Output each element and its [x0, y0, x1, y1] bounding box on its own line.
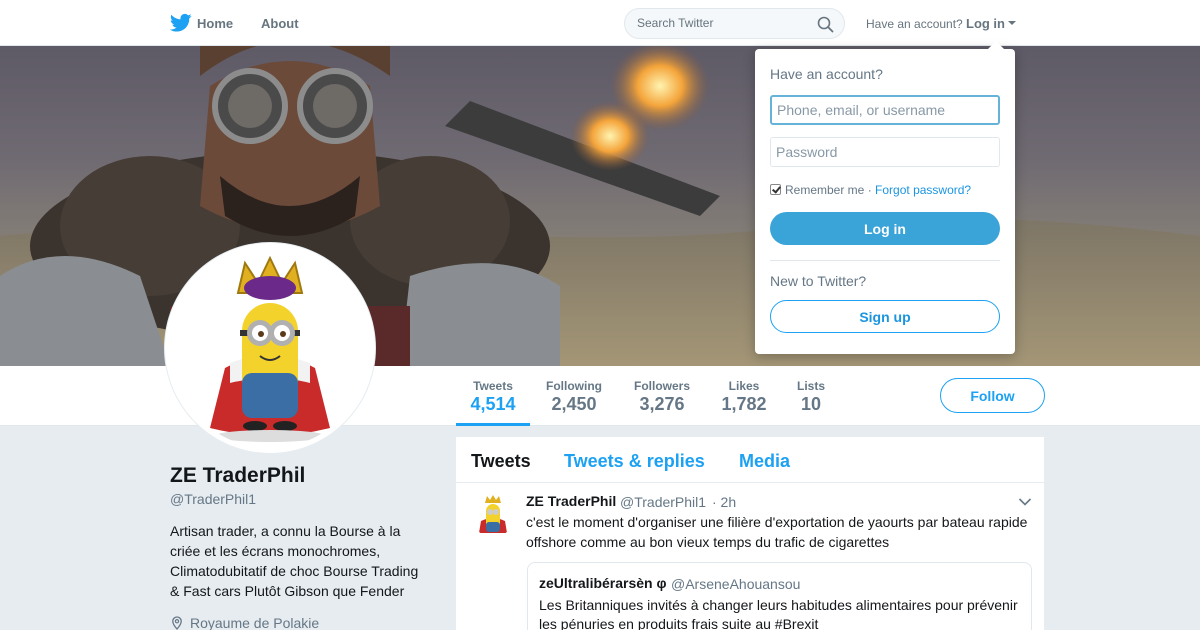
- tweet[interactable]: ZE TraderPhil @TraderPhil1 · 2h c'est le…: [456, 483, 1044, 630]
- stat-label: Tweets: [473, 379, 513, 393]
- timeline-tabs: Tweets Tweets & replies Media: [456, 437, 1044, 483]
- profile-avatar[interactable]: [165, 243, 375, 453]
- stat-label: Followers: [633, 379, 690, 393]
- checkbox-icon[interactable]: [770, 184, 781, 195]
- stat-value: 4,514: [470, 394, 516, 414]
- forgot-password-link[interactable]: Forgot password?: [875, 183, 971, 197]
- tweet-author-name[interactable]: ZE TraderPhil: [526, 493, 616, 509]
- profile-bio: Artisan trader, a connu la Bourse à la c…: [170, 523, 419, 599]
- stat-value: 3,276: [639, 394, 685, 414]
- separator-dot: ·: [867, 183, 872, 197]
- search-input[interactable]: [637, 16, 807, 30]
- remember-row: Remember me · Forgot password?: [770, 183, 971, 197]
- timeline: Tweets Tweets & replies Media ZE TraderP…: [456, 437, 1044, 630]
- tweet-author-handle[interactable]: @TraderPhil1: [620, 494, 706, 510]
- nav-home-link[interactable]: Home: [197, 16, 233, 31]
- caret-down-icon[interactable]: [1008, 21, 1016, 25]
- stat-label: Likes: [728, 379, 760, 393]
- location-pin-icon: [172, 616, 182, 630]
- stat-value: 2,450: [551, 394, 597, 414]
- login-button[interactable]: Log in: [770, 212, 1000, 245]
- location-text: Royaume de Polakie: [190, 615, 320, 630]
- profile-handle[interactable]: @TraderPhil1: [170, 491, 256, 507]
- quoted-author-handle: @ArseneAhouansou: [671, 576, 801, 592]
- chevron-down-icon[interactable]: [1018, 497, 1032, 507]
- login-link[interactable]: Log in: [966, 16, 1005, 31]
- tab-tweets-and-replies[interactable]: Tweets & replies: [564, 451, 705, 472]
- stat-label: Lists: [796, 379, 825, 393]
- stat-following[interactable]: Following 2,450: [540, 366, 608, 426]
- password-input[interactable]: [770, 137, 1000, 167]
- have-account-label: Have an account?: [866, 17, 963, 31]
- twitter-bird-icon[interactable]: [170, 13, 192, 33]
- dropdown-arrow: [988, 41, 1004, 49]
- signup-button[interactable]: Sign up: [770, 300, 1000, 333]
- stat-lists[interactable]: Lists 10: [790, 366, 832, 426]
- profile-location: Royaume de Polakie: [170, 615, 319, 630]
- profile-name[interactable]: ZE TraderPhil: [170, 464, 305, 488]
- dropdown-title: Have an account?: [770, 66, 883, 82]
- stat-label: Following: [546, 379, 602, 393]
- remember-label[interactable]: Remember me: [785, 183, 864, 197]
- divider: [770, 260, 1000, 261]
- minion-king-thumbnail: [479, 495, 507, 533]
- follow-button[interactable]: Follow: [940, 378, 1045, 413]
- quoted-tweet[interactable]: zeUltralibérarsèn φ @ArseneAhouansou Les…: [527, 562, 1032, 630]
- new-to-twitter-label: New to Twitter?: [770, 273, 867, 289]
- stat-followers[interactable]: Followers 3,276: [628, 366, 696, 426]
- minion-king-illustration: [210, 255, 330, 442]
- top-nav: Home About Have an account? Log in: [0, 0, 1200, 46]
- search-icon[interactable]: [817, 16, 834, 33]
- tweet-avatar[interactable]: [471, 493, 515, 537]
- username-input[interactable]: [770, 95, 1000, 125]
- tab-tweets[interactable]: Tweets: [471, 451, 531, 472]
- stat-value: 10: [800, 394, 822, 414]
- quoted-author-name: zeUltralibérarsèn φ: [539, 575, 667, 591]
- stat-likes[interactable]: Likes 1,782: [716, 366, 772, 426]
- stat-tweets[interactable]: Tweets 4,514: [456, 366, 530, 426]
- nav-about-link[interactable]: About: [261, 16, 299, 31]
- stat-value: 1,782: [721, 394, 767, 414]
- search-box[interactable]: [624, 8, 845, 39]
- quoted-tweet-text: Les Britanniques invités à changer leurs…: [539, 597, 1018, 630]
- tab-media[interactable]: Media: [739, 451, 790, 472]
- tweet-text: c'est le moment d'organiser une filière …: [526, 514, 1028, 550]
- tweet-timestamp[interactable]: · 2h: [712, 494, 736, 510]
- login-dropdown: Have an account? Remember me · Forgot pa…: [755, 41, 1015, 354]
